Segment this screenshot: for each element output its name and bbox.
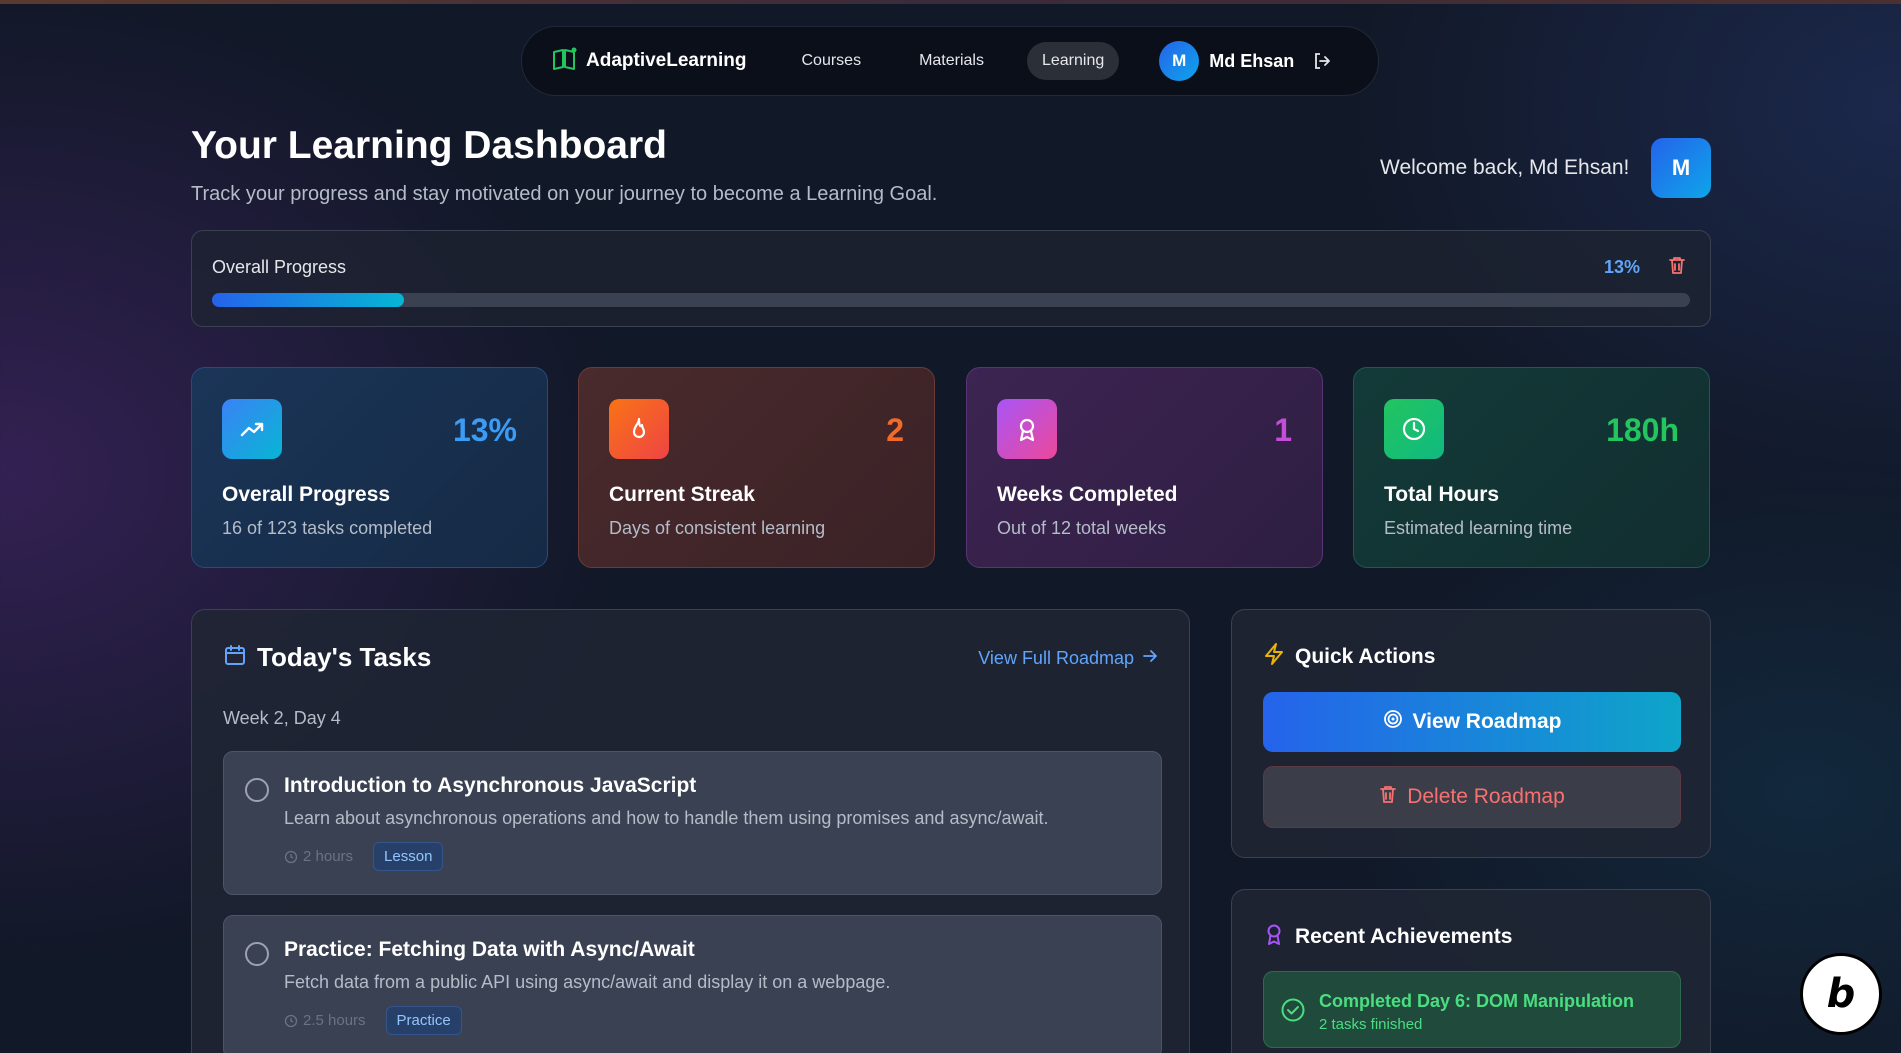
progress-label: Overall Progress [212, 257, 347, 277]
header-avatar[interactable]: M [1651, 138, 1711, 198]
stat-subtitle: Estimated learning time [1384, 518, 1573, 538]
bolt-logo-icon: b [1826, 971, 1856, 1017]
stat-value: 180h [1606, 412, 1679, 448]
week-day-label: Week 2, Day 4 [223, 708, 341, 728]
task-item[interactable]: Practice: Fetching Data with Async/Await… [223, 915, 1162, 1053]
task-duration-text: 2.5 hours [303, 1012, 366, 1029]
todays-tasks-card: Today's Tasks View Full Roadmap Week 2, … [191, 609, 1190, 1053]
nav-link-courses[interactable]: Courses [786, 42, 876, 80]
avatar: M [1159, 41, 1200, 81]
quick-actions-header: Quick Actions [1263, 642, 1435, 671]
award-icon [997, 399, 1057, 459]
trending-up-icon [222, 399, 282, 459]
task-title: Practice: Fetching Data with Async/Await [284, 938, 695, 961]
stat-card-weeks-completed: 1 Weeks Completed Out of 12 total weeks [966, 367, 1323, 568]
task-duration: 2.5 hours [284, 1012, 366, 1029]
task-duration-text: 2 hours [303, 848, 354, 865]
arrow-right-icon [1142, 648, 1158, 669]
trash-icon [1379, 784, 1397, 810]
page-title: Your Learning Dashboard [191, 124, 667, 167]
nav-user-menu[interactable]: M Md Ehsan [1159, 41, 1294, 81]
stat-subtitle: Days of consistent learning [609, 518, 826, 538]
task-type-badge: Practice [385, 1006, 462, 1035]
tasks-header: Today's Tasks [223, 642, 431, 673]
flame-icon [609, 399, 669, 459]
page-subtitle: Track your progress and stay motivated o… [191, 183, 938, 205]
task-description: Learn about asynchronous operations and … [284, 808, 1049, 828]
zap-icon [1263, 642, 1285, 671]
stat-card-current-streak: 2 Current Streak Days of consistent lear… [578, 367, 935, 568]
stat-subtitle: Out of 12 total weeks [997, 518, 1167, 538]
task-item[interactable]: Introduction to Asynchronous JavaScript … [223, 751, 1162, 895]
clock-icon [1384, 399, 1444, 459]
stat-title: Total Hours [1384, 483, 1500, 506]
achievement-title: Completed Day 6: DOM Manipulation [1319, 991, 1635, 1011]
task-title: Introduction to Asynchronous JavaScript [284, 774, 697, 797]
task-description: Fetch data from a public API using async… [284, 972, 891, 992]
check-circle-icon [1280, 997, 1306, 1028]
nav-link-materials[interactable]: Materials [904, 42, 999, 80]
task-checkbox[interactable] [245, 778, 269, 802]
progress-percent: 13% [1603, 257, 1640, 277]
view-full-roadmap-link[interactable]: View Full Roadmap [978, 648, 1158, 669]
stat-card-overall-progress: 13% Overall Progress 16 of 123 tasks com… [191, 367, 548, 568]
delete-roadmap-button[interactable]: Delete Roadmap [1263, 766, 1681, 828]
quick-actions-title: Quick Actions [1295, 644, 1436, 668]
task-meta: 2 hours Lesson [284, 842, 444, 871]
progress-bar [212, 293, 1690, 307]
stat-title: Overall Progress [222, 483, 391, 506]
nav-link-learning[interactable]: Learning [1026, 42, 1120, 80]
stat-value: 2 [886, 412, 904, 448]
bolt-badge-logo[interactable]: b [1800, 953, 1882, 1035]
task-meta: 2.5 hours Practice [284, 1006, 462, 1035]
book-open-icon [552, 47, 578, 76]
stat-subtitle: 16 of 123 tasks completed [222, 518, 433, 538]
stat-title: Weeks Completed [997, 483, 1178, 506]
top-navbar: AdaptiveLearning Courses Materials Learn… [521, 26, 1379, 96]
achievement-subtitle: 2 tasks finished [1319, 1016, 1423, 1033]
view-roadmap-button[interactable]: View Roadmap [1263, 692, 1681, 752]
calendar-icon [223, 643, 247, 672]
task-duration: 2 hours [284, 848, 353, 865]
stat-title: Current Streak [609, 483, 755, 506]
achievements-title: Recent Achievements [1295, 924, 1513, 948]
trash-icon[interactable] [1668, 255, 1686, 280]
target-icon [1383, 709, 1403, 735]
welcome-text: Welcome back, Md Ehsan! [1380, 156, 1630, 179]
progress-bar-fill [212, 293, 405, 307]
stat-value: 1 [1274, 412, 1292, 448]
achievement-item: Completed Day 6: DOM Manipulation 2 task… [1263, 971, 1681, 1048]
view-roadmap-label: View Roadmap [1412, 710, 1562, 733]
brand-name: AdaptiveLearning [586, 50, 747, 71]
recent-achievements-card: Recent Achievements Completed Day 6: DOM… [1231, 889, 1711, 1053]
top-accent-line [0, 0, 1901, 4]
view-full-roadmap-label: View Full Roadmap [978, 648, 1134, 668]
task-checkbox[interactable] [245, 942, 269, 966]
brand-logo[interactable]: AdaptiveLearning [552, 47, 746, 76]
clock-icon [284, 850, 298, 863]
task-type-badge: Lesson [373, 842, 444, 871]
delete-roadmap-label: Delete Roadmap [1407, 785, 1565, 808]
stat-value: 13% [452, 412, 517, 448]
clock-icon [284, 1014, 298, 1027]
nav-username: Md Ehsan [1209, 50, 1295, 71]
quick-actions-card: Quick Actions View Roadmap Delete Roadma… [1231, 609, 1711, 858]
achievements-header: Recent Achievements [1263, 922, 1512, 951]
award-icon [1263, 922, 1285, 951]
stat-card-total-hours: 180h Total Hours Estimated learning time [1353, 367, 1710, 568]
overall-progress-card: Overall Progress 13% [191, 230, 1711, 327]
tasks-title: Today's Tasks [257, 642, 432, 672]
logout-icon[interactable] [1312, 51, 1332, 71]
